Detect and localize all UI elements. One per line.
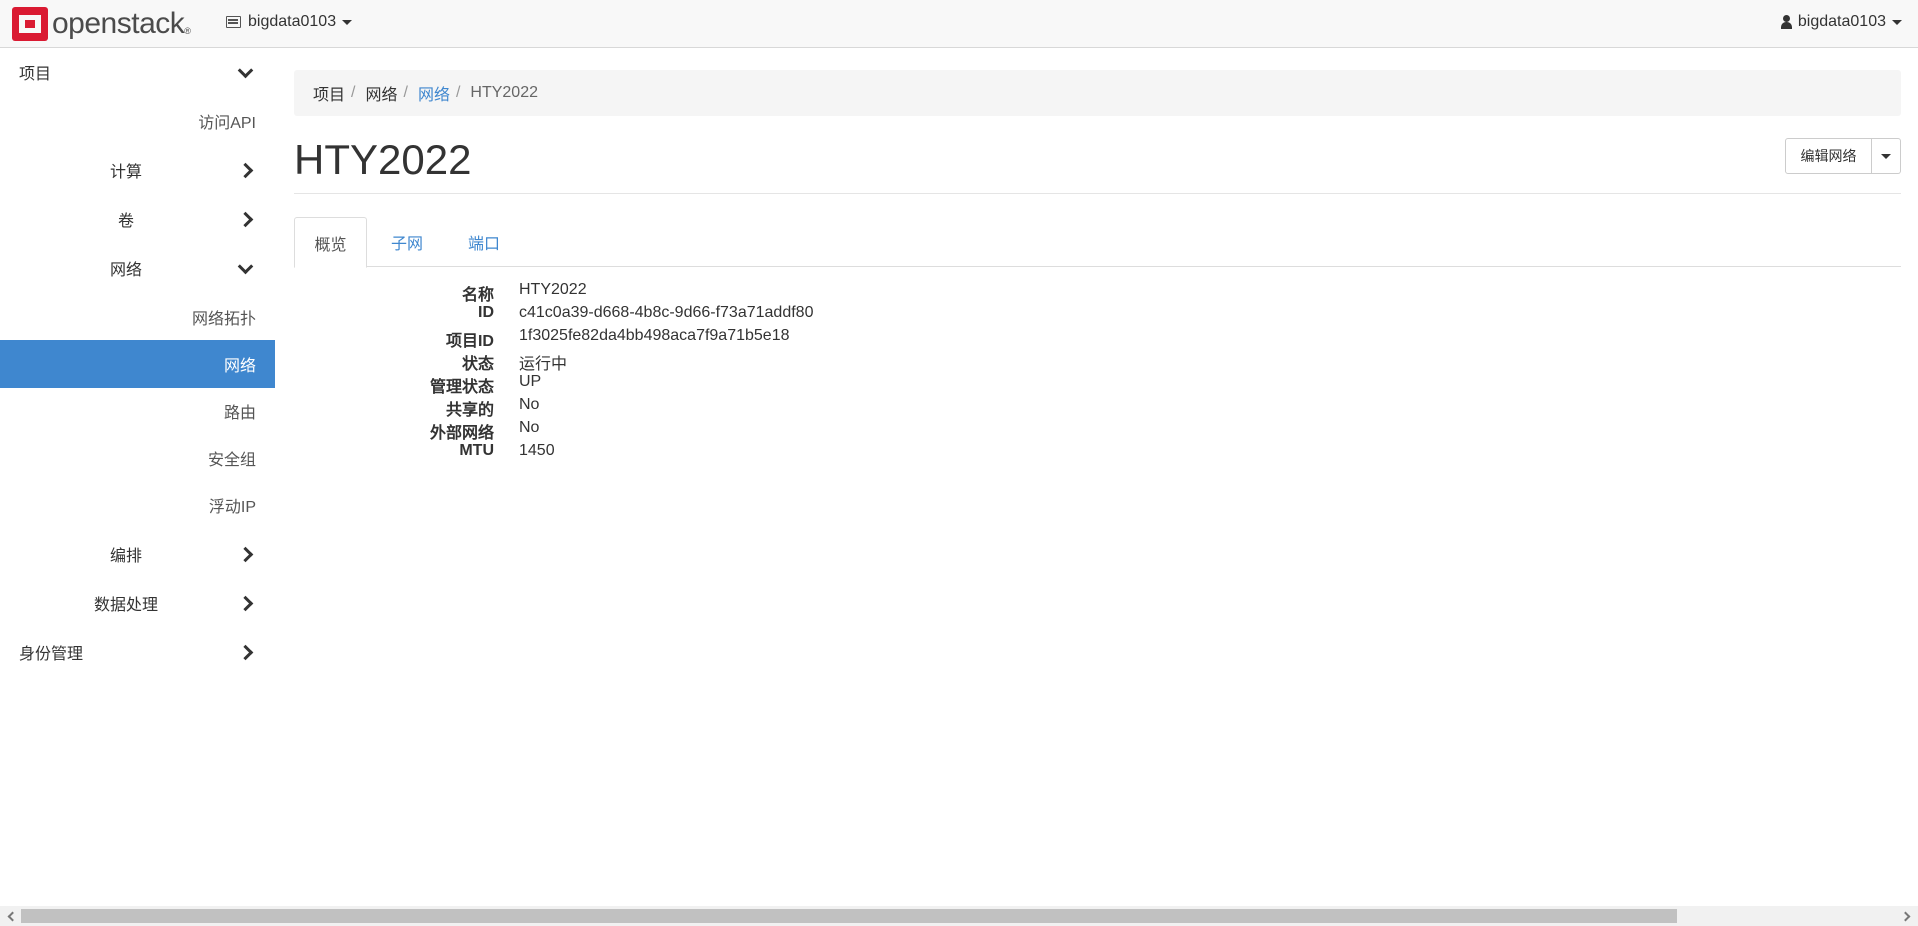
detail-row-shared: 共享的 No	[294, 396, 1194, 419]
sidebar-item-routers[interactable]: 路由	[0, 387, 275, 435]
detail-row-status: 状态 运行中	[294, 350, 1194, 373]
openstack-logo-icon	[12, 7, 48, 41]
sidebar-item-access-api[interactable]: 访问API	[0, 97, 275, 145]
sidebar-item-label: 路由	[223, 405, 256, 422]
detail-value: UP	[519, 373, 542, 390]
chevron-right-icon	[237, 595, 253, 611]
sidebar-item-project[interactable]: 项目	[0, 48, 275, 96]
detail-row-name: 名称 HTY2022	[294, 281, 1194, 304]
sidebar: 项目 访问API 计算 卷 网络 网络拓扑 网络 路由 安全组 浮动IP 编排 …	[0, 48, 275, 908]
breadcrumb-separator: /	[351, 84, 356, 101]
user-menu-dropdown[interactable]: bigdata0103	[1780, 13, 1902, 31]
breadcrumb-link-networks[interactable]: 网络	[418, 81, 450, 105]
sidebar-item-label: 数据处理	[94, 597, 159, 614]
detail-row-admin-state: 管理状态 UP	[294, 373, 1194, 396]
detail-value: No	[519, 396, 540, 413]
sidebar-item-label: 访问API	[198, 115, 256, 132]
detail-row-mtu: MTU 1450	[294, 442, 1194, 465]
detail-row-project-id: 项目ID 1f3025fe82da4bb498aca7f9a71b5e18	[294, 327, 1194, 350]
user-menu-label: bigdata0103	[1797, 13, 1886, 30]
project-list-icon	[226, 16, 241, 28]
detail-tabs: 概览 子网 端口	[294, 217, 1901, 268]
sidebar-item-label: 计算	[110, 164, 143, 181]
tab-overview[interactable]: 概览	[294, 217, 367, 268]
breadcrumb-item-network-group: 网络	[365, 87, 398, 104]
detail-label: 名称	[461, 287, 494, 304]
sidebar-item-label: 浮动IP	[208, 499, 256, 516]
detail-value: 1f3025fe82da4bb498aca7f9a71b5e18	[519, 327, 790, 344]
chevron-right-icon	[237, 644, 253, 660]
detail-label: MTU	[459, 442, 494, 459]
detail-label: 项目ID	[445, 333, 494, 350]
page-title: HTY2022	[294, 136, 472, 183]
tab-label: 子网	[390, 236, 423, 253]
detail-value: No	[519, 419, 540, 436]
sidebar-item-label: 卷	[118, 213, 135, 230]
detail-label: 外部网络	[429, 425, 494, 442]
openstack-logo[interactable]: openstack ®	[12, 7, 191, 41]
sidebar-item-network-group[interactable]: 网络	[0, 244, 275, 292]
detail-value: 运行中	[519, 356, 568, 373]
breadcrumb-item-project: 项目	[313, 87, 346, 104]
sidebar-item-compute[interactable]: 计算	[0, 146, 275, 194]
caret-down-icon	[1892, 19, 1902, 25]
project-switcher-dropdown[interactable]: bigdata0103	[226, 13, 353, 31]
breadcrumb-separator: /	[403, 84, 408, 101]
sidebar-item-networks[interactable]: 网络	[0, 340, 275, 388]
project-switcher-label: bigdata0103	[248, 13, 337, 30]
detail-label: 共享的	[445, 402, 494, 419]
breadcrumb-item-current: HTY2022	[470, 84, 538, 101]
sidebar-item-security-groups[interactable]: 安全组	[0, 434, 275, 482]
breadcrumb-separator: /	[455, 84, 461, 101]
tab-label: 概览	[314, 236, 347, 254]
sidebar-item-volumes[interactable]: 卷	[0, 195, 275, 243]
sidebar-item-label: 网络拓扑	[191, 311, 256, 328]
sidebar-item-label: 网络	[110, 262, 143, 279]
sidebar-item-label: 编排	[110, 548, 143, 565]
detail-label: 管理状态	[429, 379, 494, 396]
detail-value: HTY2022	[519, 281, 587, 298]
tab-ports[interactable]: 端口	[451, 217, 517, 267]
detail-row-external-network: 外部网络 No	[294, 419, 1194, 442]
caret-down-icon	[342, 19, 353, 25]
detail-value: c41c0a39-d668-4b8c-9d66-f73a71addf80	[519, 304, 814, 321]
sidebar-item-orchestration[interactable]: 编排	[0, 530, 275, 578]
detail-label: ID	[478, 304, 494, 321]
page-header: HTY2022 编辑网络	[294, 128, 1901, 194]
tab-subnets[interactable]: 子网	[374, 217, 440, 267]
sidebar-item-label: 项目	[19, 66, 52, 83]
detail-row-id: ID c41c0a39-d668-4b8c-9d66-f73a71addf80	[294, 304, 1194, 327]
top-navbar: openstack ® bigdata0103 bigdata0103	[0, 0, 1918, 48]
sidebar-item-label: 网络	[223, 358, 256, 375]
scroll-right-arrow-icon[interactable]	[1898, 906, 1916, 926]
chevron-right-icon	[237, 211, 253, 227]
sidebar-item-floating-ips[interactable]: 浮动IP	[0, 481, 275, 529]
detail-value: 1450	[519, 442, 555, 459]
scroll-left-arrow-icon[interactable]	[2, 906, 20, 926]
detail-label: 状态	[461, 356, 494, 373]
tab-label: 端口	[467, 236, 500, 253]
sidebar-item-label: 安全组	[207, 452, 256, 469]
sidebar-item-data-processing[interactable]: 数据处理	[0, 579, 275, 627]
sidebar-item-label: 身份管理	[19, 646, 84, 663]
sidebar-item-network-topology[interactable]: 网络拓扑	[0, 293, 275, 341]
brand-name: openstack	[52, 7, 185, 40]
breadcrumb: 项目 / 网络 / 网络 / HTY2022	[294, 70, 1901, 116]
sidebar-item-identity[interactable]: 身份管理	[0, 628, 275, 676]
edit-network-button[interactable]: 编辑网络	[1785, 138, 1872, 174]
chevron-right-icon	[237, 546, 253, 562]
caret-down-icon	[1881, 153, 1891, 159]
user-icon	[1780, 15, 1792, 29]
registered-mark: ®	[184, 26, 191, 36]
scrollbar-thumb[interactable]	[21, 909, 1677, 923]
actions-button-group: 编辑网络	[1785, 138, 1901, 174]
chevron-right-icon	[237, 162, 253, 178]
chevron-down-icon	[237, 64, 253, 80]
more-actions-dropdown-button[interactable]	[1872, 138, 1901, 174]
chevron-down-icon	[237, 260, 253, 276]
horizontal-scrollbar[interactable]	[0, 906, 1918, 926]
